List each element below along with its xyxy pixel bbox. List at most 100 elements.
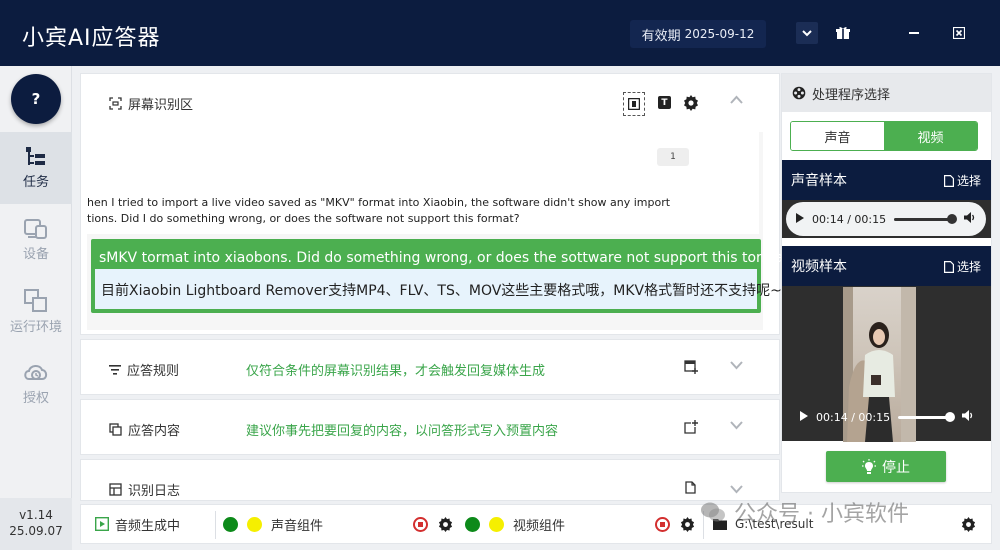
panel-title: 应答内容 (128, 424, 181, 439)
wechat-icon (701, 502, 725, 522)
audio-component-label: 声音组件 (271, 518, 324, 534)
version-date: 25.09.07 (9, 524, 63, 538)
app-title: 小宾AI应答器 (22, 26, 161, 51)
panel-description: 仅符合条件的屏幕识别结果，才会触发回复媒体生成 (246, 364, 546, 379)
close-icon[interactable] (948, 22, 970, 44)
add-rule-icon[interactable] (684, 360, 698, 378)
text-mode-icon[interactable]: T (658, 96, 671, 109)
volume-icon[interactable] (964, 212, 976, 226)
rules-panel[interactable]: 应答规则 仅符合条件的屏幕识别结果，才会触发回复媒体生成 (80, 339, 780, 395)
chevron-up-icon[interactable] (730, 92, 743, 108)
video-time: 00:14 / 00:15 (816, 410, 891, 424)
ocr-badge: 1 (657, 148, 689, 166)
clear-log-icon[interactable] (685, 481, 696, 498)
video-controls: 00:14 / 00:15 (790, 400, 984, 434)
add-content-icon[interactable] (684, 420, 698, 438)
audio-player: 00:14 / 00:15 (782, 200, 991, 238)
film-reel-icon (792, 86, 806, 100)
video-pick-button[interactable]: 选择 (943, 258, 981, 275)
log-icon (109, 483, 122, 496)
volume-icon[interactable] (962, 410, 974, 424)
scan-icon (109, 97, 122, 110)
audio-settings-icon[interactable] (438, 505, 453, 543)
sidebar-item-devices[interactable]: 设备 (0, 204, 72, 276)
status-dot-green (465, 516, 480, 532)
path-settings-icon[interactable] (961, 505, 976, 543)
tab-audio[interactable]: 声音 (791, 122, 884, 150)
captured-screen: 1 hen I tried to import a live video sav… (87, 132, 759, 234)
chevron-down-icon[interactable] (730, 358, 743, 374)
stop-label: 停止 (882, 459, 910, 476)
divider (215, 511, 216, 539)
gift-icon[interactable] (832, 22, 854, 44)
lightbulb-icon (862, 458, 876, 474)
screen-capture-area: 1 hen I tried to import a live video sav… (87, 132, 797, 330)
expiry-date: 2025-09-12 (684, 27, 755, 41)
watermark-text: 公众号 · 小宾软件 (734, 502, 909, 527)
ocr-text-line: tions. Did I do something wrong, or does… (87, 212, 520, 225)
tab-video[interactable]: 视频 (884, 122, 977, 150)
audio-stop-icon[interactable] (413, 505, 428, 543)
audio-pick-label: 选择 (956, 174, 981, 188)
file-icon (943, 260, 954, 273)
license-icon (24, 365, 48, 380)
play-square-icon (95, 517, 109, 531)
sidebar-item-license[interactable]: 授权 (0, 348, 72, 420)
play-icon[interactable] (800, 410, 808, 424)
audio-sample-header: 声音样本 选择 (782, 160, 991, 200)
devices-icon (24, 219, 47, 239)
log-panel[interactable]: 识别日志 (80, 459, 780, 501)
sidebar-item-tasks[interactable]: 任务 (0, 132, 72, 204)
audio-pick-button[interactable]: 选择 (943, 172, 981, 189)
copy-icon (109, 423, 122, 436)
handler-panel: 处理程序选择 声音 视频 声音样本 选择 00:14 / 00:15 视频样本 … (781, 73, 992, 493)
status-dot-yellow (489, 516, 504, 532)
settings-icon[interactable] (683, 95, 699, 115)
handler-title: 处理程序选择 (812, 87, 891, 103)
video-stop-icon[interactable] (655, 505, 670, 543)
chevron-down-icon[interactable] (730, 418, 743, 434)
screen-recognition-panel: 屏幕识别区 T 1 hen I tried to import a live v… (80, 73, 797, 335)
content-panel[interactable]: 应答内容 建议你事先把要回复的内容，以问答形式写入预置内容 (80, 399, 780, 455)
environment-icon (24, 289, 47, 312)
video-settings-icon[interactable] (680, 505, 695, 543)
handler-toggle: 声音 视频 (790, 121, 978, 151)
version-info: v1.14 25.09.07 (0, 498, 72, 550)
select-region-icon[interactable] (623, 92, 645, 116)
status-dot-green (223, 516, 238, 532)
video-pick-label: 选择 (956, 260, 981, 274)
video-sample-header: 视频样本 选择 (782, 246, 991, 286)
video-component-label: 视频组件 (513, 518, 566, 534)
stop-button[interactable]: 停止 (826, 451, 946, 482)
status-indicator: 音频生成中 (95, 505, 180, 543)
audio-progress-bar[interactable] (894, 213, 957, 224)
sidebar-item-label: 任务 (22, 175, 49, 190)
video-player[interactable]: 00:14 / 00:15 (782, 286, 991, 442)
play-icon[interactable] (796, 212, 804, 226)
sidebar-item-environment[interactable]: 运行环境 (0, 276, 72, 348)
sidebar-item-label: 设备 (22, 247, 49, 262)
version-number: v1.14 (19, 508, 53, 522)
minimize-icon[interactable] (903, 22, 925, 44)
video-sample-title: 视频样本 (791, 259, 847, 275)
status-dot-yellow (247, 516, 262, 532)
panel-header[interactable]: 屏幕识别区 T (81, 74, 779, 132)
panel-title: 屏幕识别区 (128, 98, 194, 113)
chevron-down-icon[interactable] (796, 22, 818, 44)
tasks-icon (26, 147, 45, 165)
panel-description: 建议你事先把要回复的内容，以问答形式写入预置内容 (246, 424, 559, 439)
video-progress-bar[interactable] (898, 411, 956, 422)
watermark: 公众号 · 小宾软件 (700, 496, 909, 528)
list-icon (109, 364, 121, 375)
audio-component-status: 声音组件 (223, 505, 323, 543)
status-text: 音频生成中 (115, 518, 181, 534)
expiry-label: 有效期 (641, 28, 681, 44)
title-bar: 小宾AI应答器 有效期 2025-09-12 (0, 0, 1000, 66)
audio-sample-title: 声音样本 (791, 173, 847, 189)
panel-title: 识别日志 (128, 484, 181, 499)
matched-question: sMKV tormat into xiaobons. Did do someth… (99, 250, 797, 266)
help-button[interactable]: ? (11, 74, 61, 124)
audio-controls: 00:14 / 00:15 (786, 202, 986, 236)
handler-header: 处理程序选择 (782, 74, 991, 112)
video-component-status: 视频组件 (465, 505, 565, 543)
